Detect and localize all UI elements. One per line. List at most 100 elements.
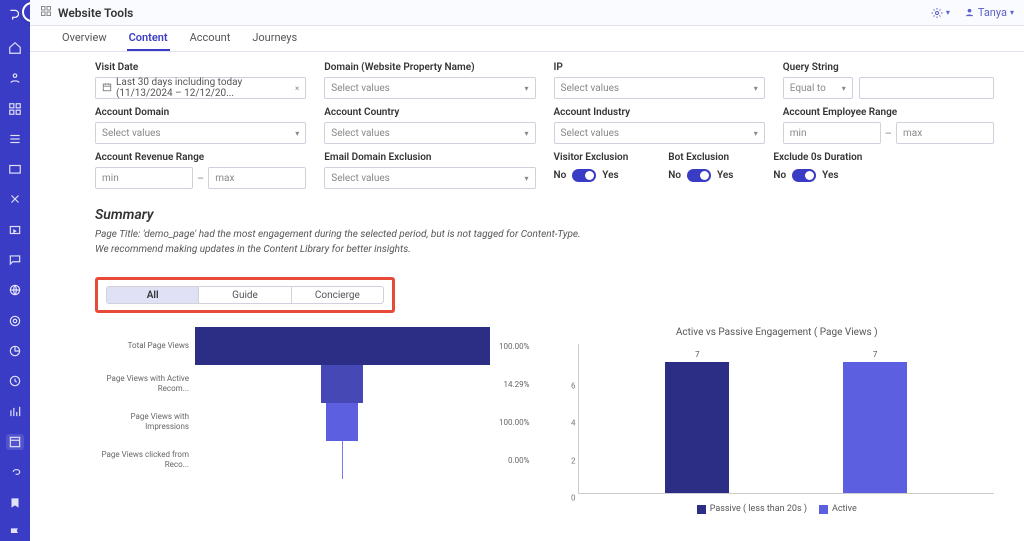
query-string-value[interactable] xyxy=(859,77,994,99)
funnel-bar xyxy=(195,327,490,365)
close-icon: × xyxy=(295,84,299,93)
legend-label: Passive ( less than 20s ) xyxy=(710,504,807,514)
funnel-pct: 100.00% xyxy=(490,418,530,427)
chart-bar: 7 xyxy=(843,362,907,493)
legend-swatch xyxy=(697,505,706,514)
label-account-industry: Account Industry xyxy=(554,107,765,118)
bar-value-label: 7 xyxy=(843,350,907,359)
email-exclusion-select[interactable]: Select values▾ xyxy=(324,167,535,189)
visit-date-value: Last 30 days including today (11/13/2024… xyxy=(116,77,295,99)
nav-clock-icon[interactable] xyxy=(6,373,24,389)
tab-journeys[interactable]: Journeys xyxy=(250,26,299,51)
visitor-exclusion-toggle[interactable] xyxy=(572,169,596,182)
seg-all[interactable]: All xyxy=(107,287,199,303)
label-ip: IP xyxy=(554,62,765,73)
y-tick: 2 xyxy=(571,456,576,465)
chevron-down-icon: ▾ xyxy=(842,84,846,93)
chevron-down-icon: ▾ xyxy=(524,174,528,183)
bar-value-label: 7 xyxy=(665,350,729,359)
query-string-op[interactable]: Equal to▾ xyxy=(783,77,853,99)
label-rev-range: Account Revenue Range xyxy=(95,152,306,163)
page-title: Website Tools xyxy=(58,6,133,20)
rev-range-min[interactable]: min xyxy=(95,167,193,189)
grid-icon xyxy=(40,5,52,20)
left-sidebar xyxy=(0,0,30,541)
funnel-bar xyxy=(321,365,363,403)
funnel-label: Page Views with Impressions xyxy=(95,412,195,431)
emp-range-max[interactable]: max xyxy=(896,122,994,144)
emp-range-min[interactable]: min xyxy=(783,122,881,144)
nav-globe-icon[interactable] xyxy=(6,282,24,298)
segmented-control: All Guide Concierge xyxy=(106,286,384,304)
chevron-down-icon: ▾ xyxy=(295,129,299,138)
tab-overview[interactable]: Overview xyxy=(60,26,109,51)
legend-label: Active xyxy=(832,504,857,514)
nav-home-icon[interactable] xyxy=(6,40,24,56)
label-exclude-0s: Exclude 0s Duration xyxy=(773,152,862,163)
domain-select[interactable]: Select values▾ xyxy=(324,77,535,99)
nav-chat-icon[interactable] xyxy=(6,252,24,268)
funnel-pct: 100.00% xyxy=(490,342,530,351)
highlight-annotation: All Guide Concierge xyxy=(95,277,395,313)
label-account-domain: Account Domain xyxy=(95,107,306,118)
seg-concierge[interactable]: Concierge xyxy=(292,287,383,303)
nav-people-icon[interactable] xyxy=(6,70,24,86)
nav-target-icon[interactable] xyxy=(6,313,24,329)
funnel-pct: 14.29% xyxy=(490,380,530,389)
funnel-bar xyxy=(342,441,343,479)
label-visitor-exclusion: Visitor Exclusion xyxy=(554,152,629,163)
summary-heading: Summary xyxy=(95,207,994,223)
legend-item: Active xyxy=(819,504,857,514)
chevron-down-icon: ▾ xyxy=(754,129,758,138)
label-domain: Domain (Website Property Name) xyxy=(324,62,535,73)
nav-flag-icon[interactable] xyxy=(6,525,24,541)
label-emp-range: Account Employee Range xyxy=(783,107,994,118)
settings-menu[interactable]: ▾ xyxy=(931,7,950,19)
funnel-label: Page Views with Active Recom... xyxy=(95,374,195,393)
user-name: Tanya xyxy=(978,6,1007,19)
visit-date-picker[interactable]: Last 30 days including today (11/13/2024… xyxy=(95,77,306,99)
bot-exclusion-toggle[interactable] xyxy=(687,169,711,182)
user-menu[interactable]: Tanya ▾ xyxy=(964,6,1014,19)
nav-tools-icon[interactable] xyxy=(6,191,24,207)
label-account-country: Account Country xyxy=(324,107,535,118)
section-tabs: Overview Content Account Journeys xyxy=(30,26,1024,52)
label-email-exclusion: Email Domain Exclusion xyxy=(324,152,535,163)
rev-range-max[interactable]: max xyxy=(208,167,306,189)
topbar: Website Tools ▾ Tanya ▾ xyxy=(30,0,1024,26)
seg-guide[interactable]: Guide xyxy=(199,287,291,303)
exclude-0s-toggle[interactable] xyxy=(792,169,816,182)
y-tick: 0 xyxy=(571,494,576,503)
chevron-down-icon: ▾ xyxy=(524,84,528,93)
nav-bookmark-icon[interactable] xyxy=(6,494,24,510)
chevron-down-icon: ▾ xyxy=(946,8,950,17)
legend-swatch xyxy=(819,505,828,514)
nav-barchart-icon[interactable] xyxy=(6,404,24,420)
label-query-string: Query String xyxy=(783,62,994,73)
funnel-row: Page Views with Impressions 100.00% xyxy=(95,403,530,441)
nav-link-icon[interactable] xyxy=(6,464,24,480)
chart-bar: 7 xyxy=(665,362,729,493)
nav-website-tools-icon[interactable] xyxy=(6,434,24,450)
funnel-row: Page Views with Active Recom... 14.29% xyxy=(95,365,530,403)
funnel-label: Page Views clicked from Reco... xyxy=(95,450,195,469)
ip-select[interactable]: Select values▾ xyxy=(554,77,765,99)
label-visit-date: Visit Date xyxy=(95,62,306,73)
y-tick: 6 xyxy=(571,381,576,390)
account-domain-select[interactable]: Select values▾ xyxy=(95,122,306,144)
funnel-pct: 0.00% xyxy=(490,456,530,465)
chart-title: Active vs Passive Engagement ( Page View… xyxy=(560,327,995,338)
nav-grid-icon[interactable] xyxy=(6,100,24,116)
calendar-icon xyxy=(102,82,112,95)
label-bot-exclusion: Bot Exclusion xyxy=(668,152,733,163)
nav-folder-icon[interactable] xyxy=(6,161,24,177)
nav-list-icon[interactable] xyxy=(6,131,24,147)
nav-pie-icon[interactable] xyxy=(6,343,24,359)
account-industry-select[interactable]: Select values▾ xyxy=(554,122,765,144)
legend-item: Passive ( less than 20s ) xyxy=(697,504,807,514)
account-country-select[interactable]: Select values▾ xyxy=(324,122,535,144)
funnel-label: Total Page Views xyxy=(95,341,195,351)
nav-campaign-icon[interactable] xyxy=(6,222,24,238)
tab-content[interactable]: Content xyxy=(127,26,170,51)
tab-account[interactable]: Account xyxy=(188,26,233,51)
